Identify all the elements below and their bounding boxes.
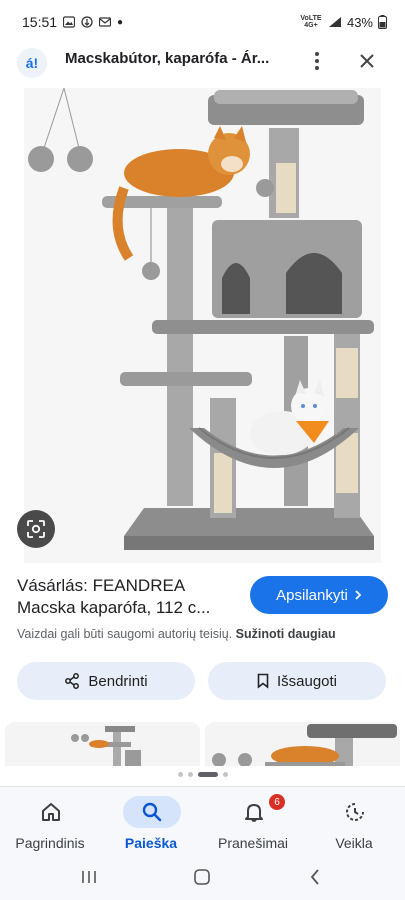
lens-icon bbox=[27, 520, 45, 538]
share-label: Bendrinti bbox=[88, 672, 148, 690]
thumbnail-image bbox=[205, 722, 400, 766]
page-indicator bbox=[0, 772, 405, 777]
visit-label: Apsilankyti bbox=[276, 586, 348, 604]
page-dot bbox=[187, 772, 193, 777]
gallery-icon bbox=[63, 16, 76, 28]
status-bar: 15:51 ● VoLTE 4G+ 43% bbox=[0, 0, 405, 44]
thumbnail-image bbox=[5, 722, 200, 766]
site-logo[interactable]: á! bbox=[17, 48, 47, 78]
cat-tree-illustration bbox=[24, 88, 381, 563]
page-title[interactable]: Macskabútor, kaparófa - Ár... bbox=[65, 50, 285, 67]
bell-icon bbox=[245, 804, 263, 822]
search-icon bbox=[142, 802, 162, 822]
learn-more-link[interactable]: Sužinoti daugiau bbox=[236, 627, 336, 641]
source-title[interactable]: Vásárlás: FEANDREA Macska kaparófa, 112 … bbox=[17, 575, 242, 619]
product-image[interactable] bbox=[24, 88, 381, 563]
back-chevron-icon bbox=[310, 869, 319, 885]
related-image-thumbnail[interactable] bbox=[5, 722, 200, 766]
bookmark-icon bbox=[257, 673, 269, 689]
signal-icon bbox=[328, 17, 341, 27]
recent-apps-button[interactable] bbox=[74, 864, 104, 890]
close-icon bbox=[360, 54, 374, 68]
top-bar: á! Macskabútor, kaparófa - Ár... bbox=[0, 40, 405, 82]
home-icon bbox=[42, 803, 60, 821]
battery-icon bbox=[378, 15, 387, 29]
share-button[interactable]: Bendrinti bbox=[17, 662, 195, 700]
close-button[interactable] bbox=[355, 46, 379, 76]
network-label: VoLTE 4G+ bbox=[300, 15, 322, 29]
save-label: Išsaugoti bbox=[276, 672, 338, 690]
more-vert-icon bbox=[315, 52, 319, 70]
status-time: 15:51 bbox=[22, 14, 58, 30]
bottom-navigation: Pagrindinis Paieška 6 Pranešimai Veikla bbox=[0, 786, 405, 856]
system-navigation-bar bbox=[0, 856, 405, 900]
mail-icon bbox=[99, 17, 112, 27]
chevron-right-icon bbox=[355, 590, 362, 600]
more-options-button[interactable] bbox=[306, 46, 328, 76]
activity-icon bbox=[346, 803, 364, 821]
nav-item-activity[interactable]: Veikla bbox=[304, 791, 404, 855]
nav-item-home[interactable]: Pagrindinis bbox=[0, 791, 100, 855]
source-title-line1: Vásárlás: FEANDREA bbox=[17, 576, 186, 595]
back-button[interactable] bbox=[300, 864, 330, 890]
nav-item-notifications[interactable]: 6 Pranešimai bbox=[203, 791, 303, 855]
page-dot bbox=[177, 772, 183, 777]
copyright-notice: Vaizdai gali būti saugomi autorių teisių… bbox=[17, 627, 336, 641]
notification-badge: 6 bbox=[269, 794, 285, 810]
lens-search-button[interactable] bbox=[17, 510, 55, 548]
visit-button[interactable]: Apsilankyti bbox=[250, 576, 388, 614]
data-saver-icon bbox=[81, 16, 93, 28]
nav-item-search[interactable]: Paieška bbox=[101, 791, 201, 855]
copyright-text: Vaizdai gali būti saugomi autorių teisių… bbox=[17, 627, 233, 641]
share-icon bbox=[65, 673, 80, 689]
save-button[interactable]: Išsaugoti bbox=[208, 662, 386, 700]
notification-dot-icon: ● bbox=[117, 16, 124, 28]
related-image-thumbnail[interactable] bbox=[205, 722, 400, 766]
battery-percent: 43% bbox=[346, 14, 373, 30]
home-square-icon bbox=[194, 869, 210, 885]
home-system-button[interactable] bbox=[187, 864, 217, 890]
page-dot-active bbox=[197, 772, 218, 777]
page-dot bbox=[222, 772, 228, 777]
recent-apps-icon bbox=[82, 871, 96, 883]
source-title-line2: Macska kaparófa, 112 c... bbox=[17, 598, 211, 617]
